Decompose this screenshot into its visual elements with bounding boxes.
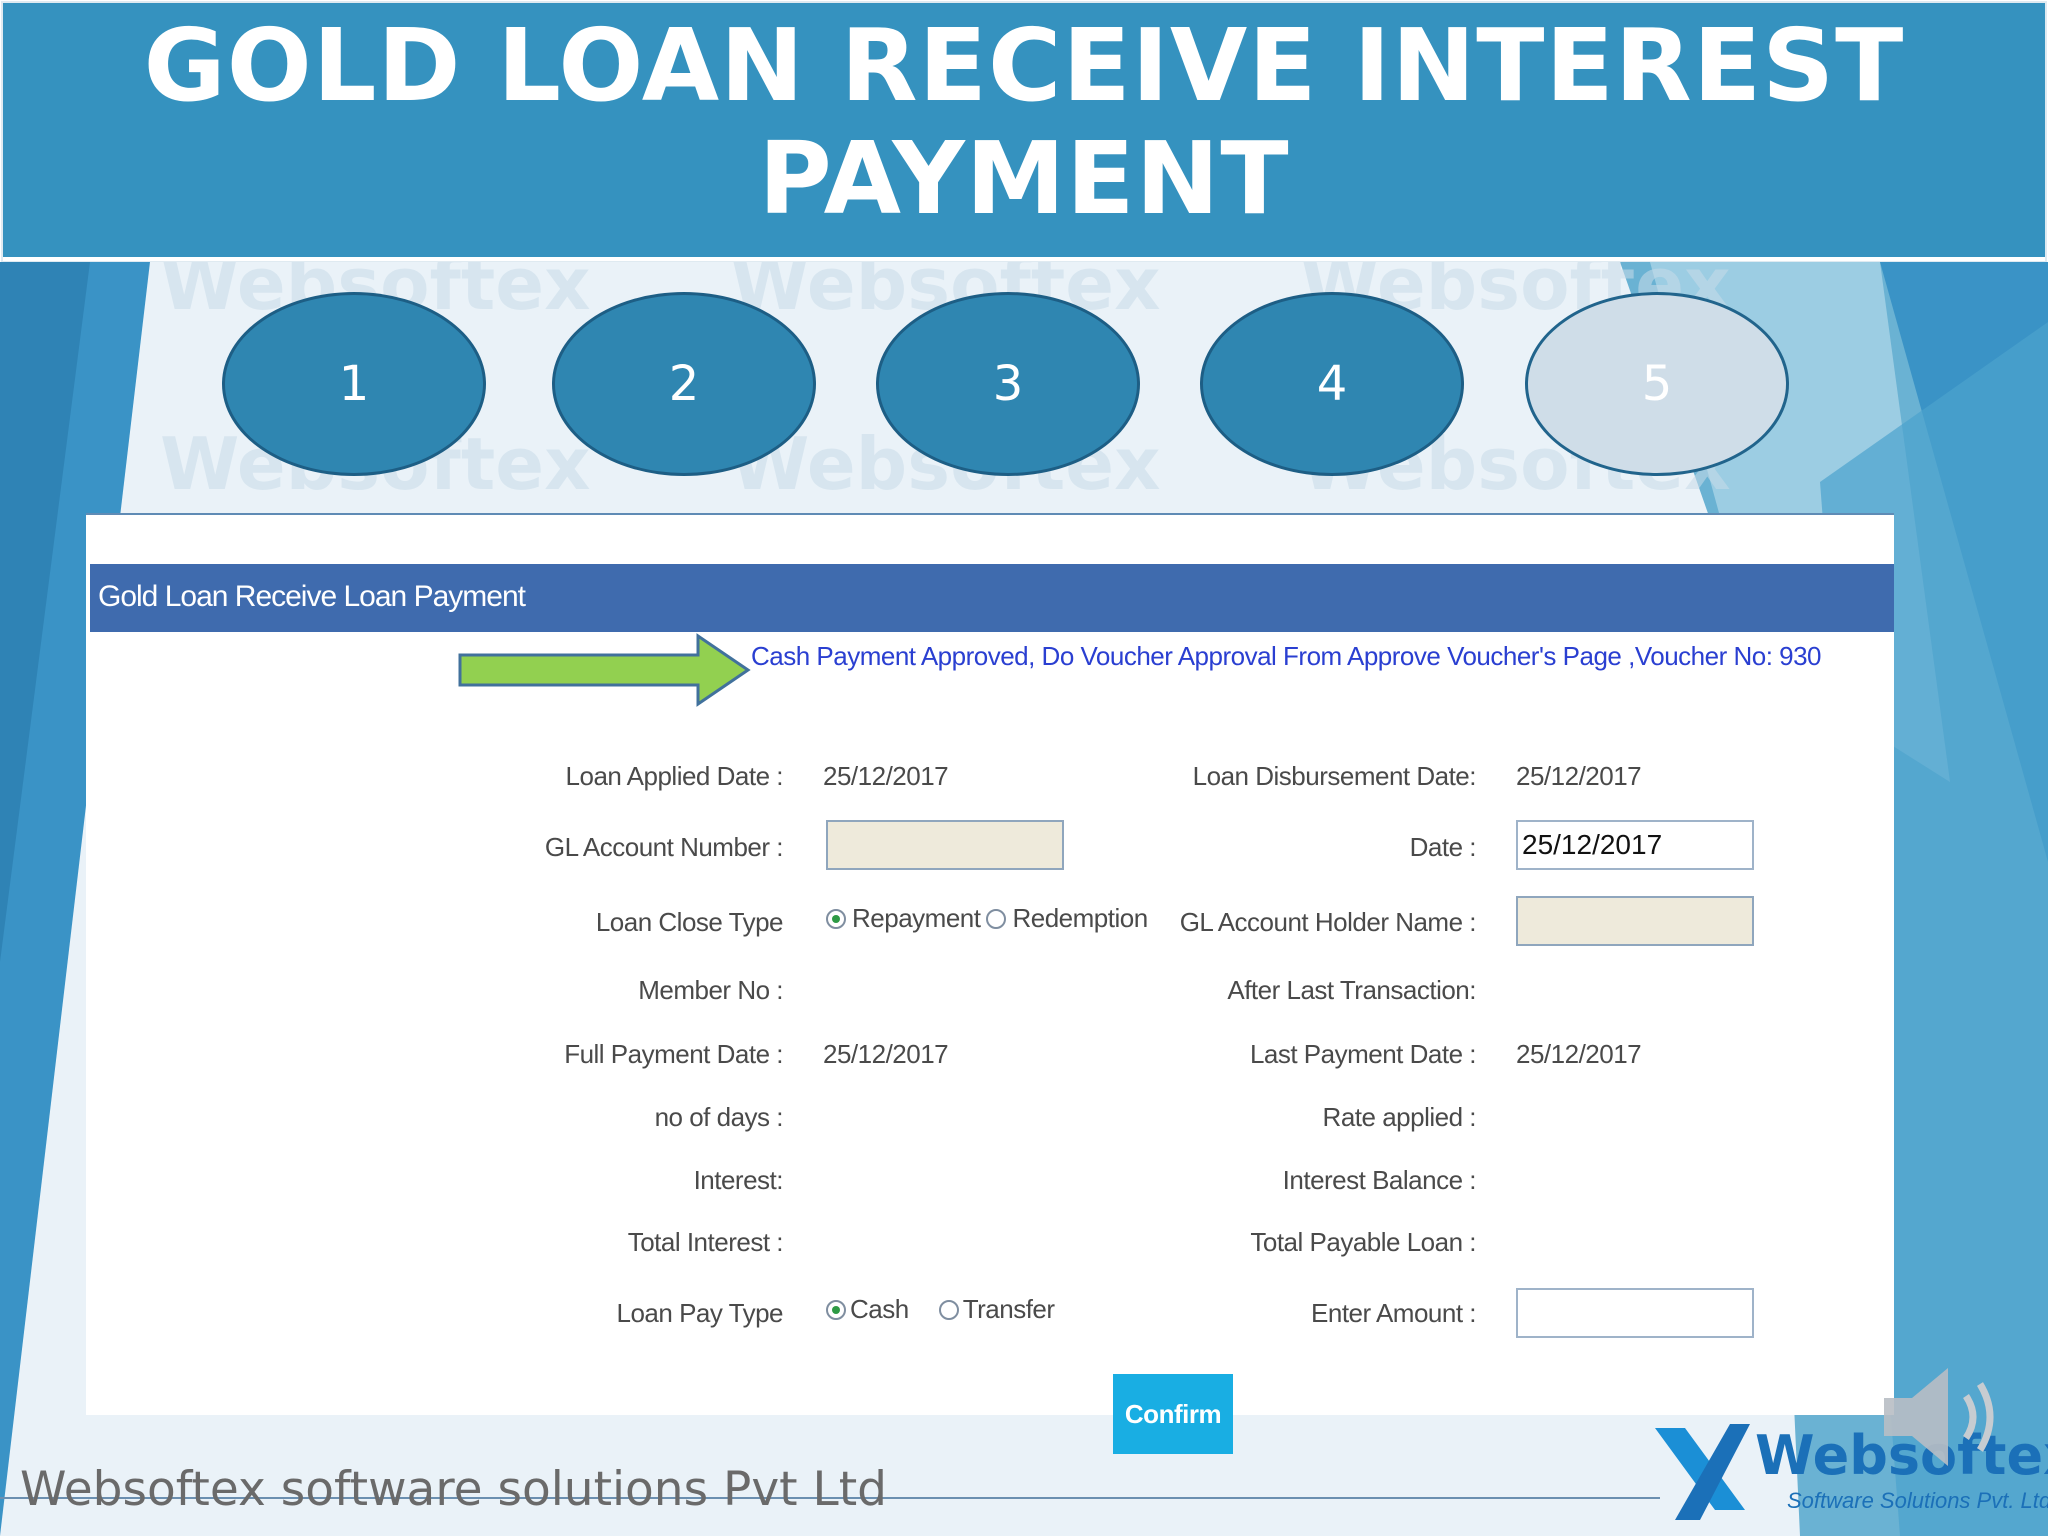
rate-applied-label: Rate applied :: [1322, 1102, 1477, 1132]
date-label: Date :: [1409, 832, 1477, 862]
gl-account-holder-name-label: GL Account Holder Name :: [1179, 907, 1477, 937]
full-payment-date-label: Full Payment Date :: [564, 1039, 783, 1069]
enter-amount-field[interactable]: [1516, 1288, 1754, 1338]
app-window: Gold Loan Receive Loan Payment Cash Paym…: [86, 513, 1894, 1454]
speaker-icon[interactable]: [1880, 1362, 2010, 1472]
step-2[interactable]: 2: [552, 292, 816, 476]
date-field[interactable]: [1516, 820, 1754, 870]
last-payment-date-label: Last Payment Date :: [1249, 1039, 1477, 1069]
loan-disbursement-date-value: 25/12/2017: [1516, 761, 1642, 791]
gl-account-number-field[interactable]: [826, 820, 1064, 870]
window-titlebar: Gold Loan Receive Loan Payment: [90, 564, 1894, 632]
cash-label: Cash: [850, 1294, 909, 1324]
window-title: Gold Loan Receive Loan Payment: [98, 580, 526, 613]
gl-account-holder-name-field[interactable]: [1516, 896, 1754, 946]
interest-label: Interest:: [693, 1165, 784, 1195]
repayment-radio[interactable]: [826, 908, 846, 929]
loan-applied-date-label: Loan Applied Date :: [565, 761, 784, 791]
green-arrow-icon: [458, 633, 751, 707]
full-payment-date-value: 25/12/2017: [823, 1039, 949, 1069]
footer-company-name: Websoftex software solutions Pvt Ltd: [20, 1462, 887, 1517]
step-5[interactable]: 5: [1525, 292, 1789, 476]
member-no-label: Member No :: [638, 975, 783, 1005]
slide-title: GOLD LOAN RECEIVE INTEREST PAYMENT: [143, 7, 1905, 237]
loan-close-type-label: Loan Close Type: [595, 907, 784, 937]
total-payable-loan-label: Total Payable Loan :: [1250, 1227, 1476, 1257]
logo-tagline: Software Solutions Pvt. Ltd.: [1787, 1488, 2048, 1513]
loan-pay-type-label: Loan Pay Type: [616, 1298, 784, 1328]
step-1[interactable]: 1: [222, 292, 486, 476]
status-message: Cash Payment Approved, Do Voucher Approv…: [751, 641, 1822, 671]
logo-x-icon: [1655, 1424, 1750, 1520]
no-of-days-label: no of days :: [654, 1102, 784, 1132]
cash-radio[interactable]: [826, 1299, 846, 1320]
after-last-transaction-label: After Last Transaction:: [1227, 975, 1476, 1005]
step-4[interactable]: 4: [1200, 292, 1464, 476]
transfer-radio[interactable]: [938, 1299, 959, 1320]
confirm-button[interactable]: Confirm: [1113, 1374, 1233, 1454]
redemption-label: Redemption: [1012, 903, 1148, 933]
repayment-label: Repayment: [852, 903, 981, 933]
last-payment-date-value: 25/12/2017: [1516, 1039, 1642, 1069]
redemption-radio[interactable]: [986, 908, 1007, 929]
loan-close-type-radio-group: Repayment Redemption: [826, 903, 1148, 934]
loan-disbursement-date-label: Loan Disbursement Date:: [1192, 761, 1477, 791]
gl-account-number-label: GL Account Number :: [544, 832, 784, 862]
interest-balance-label: Interest Balance :: [1282, 1165, 1477, 1195]
loan-pay-type-radio-group: Cash Transfer: [826, 1294, 1055, 1325]
enter-amount-label: Enter Amount :: [1311, 1298, 1476, 1328]
step-3[interactable]: 3: [876, 292, 1140, 476]
slide-title-banner: GOLD LOAN RECEIVE INTEREST PAYMENT: [3, 3, 2045, 261]
loan-applied-date-value: 25/12/2017: [823, 761, 949, 791]
transfer-label: Transfer: [962, 1294, 1055, 1324]
total-interest-label: Total Interest :: [627, 1227, 784, 1257]
